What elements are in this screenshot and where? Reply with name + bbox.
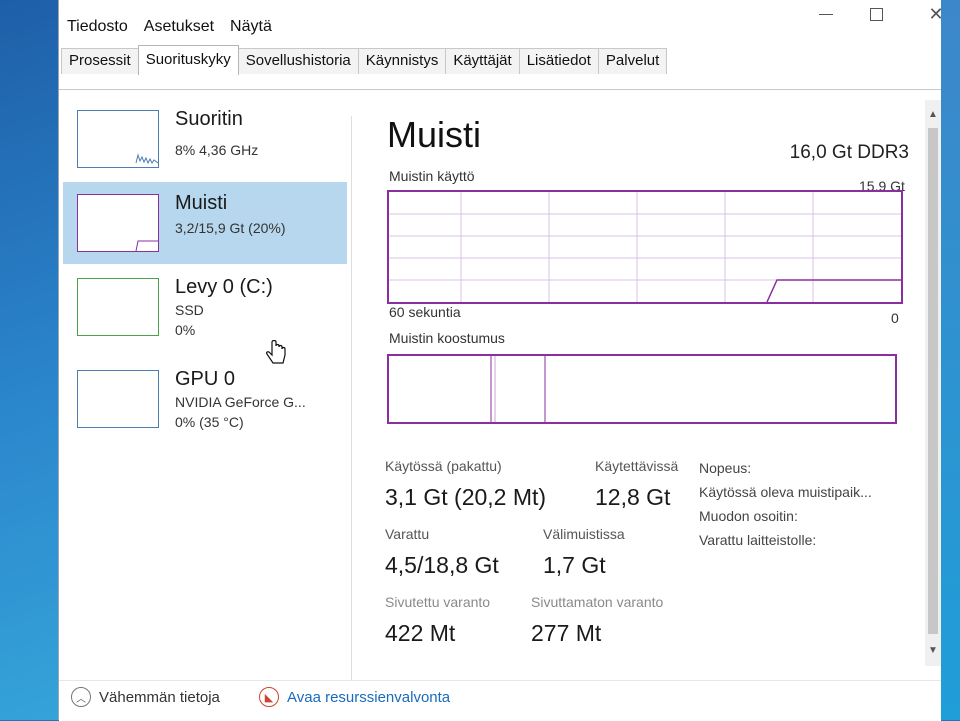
- hand-cursor-icon: [266, 340, 286, 364]
- hardware-reserved-label: Varattu laitteistolle:: [699, 532, 817, 548]
- speed-label: Nopeus:: [699, 460, 752, 476]
- scroll-down-icon[interactable]: ▼: [925, 640, 941, 660]
- resource-item-memory[interactable]: Muisti 3,2/15,9 Gt (20%): [63, 182, 347, 264]
- vertical-scrollbar[interactable]: ▲ ▼: [925, 100, 941, 666]
- resource-title: Suoritin: [175, 108, 243, 130]
- nonpaged-pool-value: 277 Mt: [531, 620, 602, 646]
- resource-title: GPU 0: [175, 368, 236, 390]
- desktop-background-right: [940, 0, 960, 720]
- tab-bar: Prosessit Suorituskyky Sovellushistoria …: [59, 44, 941, 90]
- tab-users[interactable]: Käyttäjät: [445, 48, 520, 74]
- paged-pool-value: 422 Mt: [385, 620, 456, 646]
- scroll-thumb[interactable]: [928, 128, 938, 634]
- menu-options[interactable]: Asetukset: [136, 14, 222, 42]
- resource-usage: 0% (35 °C): [175, 414, 244, 430]
- bottom-bar: ︿ Vähemmän tietoja ◣ Avaa resurssienvalv…: [59, 680, 941, 721]
- tab-processes[interactable]: Prosessit: [61, 48, 139, 74]
- scroll-up-icon[interactable]: ▲: [925, 104, 941, 124]
- menu-bar: Tiedosto Asetukset Näytä: [59, 14, 280, 42]
- memory-composition-graph: [387, 354, 897, 424]
- resource-item-cpu[interactable]: Suoritin 8% 4,36 GHz: [63, 98, 347, 180]
- resource-detail: NVIDIA GeForce G...: [175, 394, 306, 410]
- usage-graph-label: Muistin käyttö: [389, 168, 475, 184]
- gpu-thumbnail-graph: [77, 370, 159, 428]
- desktop-background: [0, 0, 60, 720]
- resource-detail: SSD: [175, 302, 204, 318]
- chevron-up-icon: ︿: [71, 687, 91, 707]
- time-span-label: 60 sekuntia: [389, 304, 461, 320]
- resource-item-disk[interactable]: Levy 0 (C:) SSD 0%: [63, 266, 347, 348]
- disk-thumbnail-graph: [77, 278, 159, 336]
- open-resource-monitor-link[interactable]: ◣ Avaa resurssienvalvonta: [259, 687, 450, 707]
- fewer-details-label: Vähemmän tietoja: [99, 688, 220, 706]
- memory-usage-graph: [387, 190, 903, 304]
- resource-usage: 0%: [175, 322, 196, 338]
- form-factor-label: Muodon osoitin:: [699, 508, 798, 524]
- open-resource-monitor-label: Avaa resurssienvalvonta: [287, 688, 451, 706]
- resource-monitor-icon: ◣: [259, 687, 279, 707]
- pane-divider: [351, 116, 352, 680]
- minimize-icon: [819, 13, 833, 15]
- slots-used-label: Käytössä oleva muistipaik...: [699, 484, 872, 500]
- maximize-icon: [869, 7, 883, 21]
- resource-detail: 3,2/15,9 Gt (20%): [175, 220, 286, 236]
- task-manager-window: ✕ Tiedosto Asetukset Näytä Prosessit Suo…: [58, 0, 944, 721]
- tab-services[interactable]: Palvelut: [597, 48, 668, 74]
- resource-title: Levy 0 (C:): [175, 276, 273, 298]
- paged-pool-label: Sivutettu varanto: [385, 594, 491, 610]
- memory-spec: 16,0 Gt DDR3: [789, 142, 909, 163]
- resource-item-gpu[interactable]: GPU 0 NVIDIA GeForce G... 0% (35 °C): [63, 358, 347, 440]
- resource-title: Muisti: [175, 192, 228, 214]
- fewer-details-button[interactable]: ︿ Vähemmän tietoja: [71, 687, 220, 707]
- minimize-button[interactable]: [803, 0, 849, 28]
- close-button[interactable]: ✕: [913, 0, 959, 28]
- cached-label: Välimuistissa: [543, 526, 625, 542]
- tab-details[interactable]: Lisätiedot: [518, 48, 599, 74]
- composition-graph-label: Muistin koostumus: [389, 330, 505, 346]
- memory-usage-line: [766, 279, 901, 302]
- menu-file[interactable]: Tiedosto: [59, 14, 136, 42]
- committed-value: 4,5/18,8 Gt: [385, 552, 499, 578]
- nonpaged-pool-label: Sivuttamaton varanto: [531, 594, 664, 610]
- cached-value: 1,7 Gt: [543, 552, 606, 578]
- page-title: Muisti: [387, 114, 482, 155]
- close-icon: ✕: [928, 3, 944, 24]
- available-value: 12,8 Gt: [595, 484, 671, 510]
- resource-list: Suoritin 8% 4,36 GHz Muisti 3,2/15,9 Gt …: [59, 90, 351, 680]
- cpu-thumbnail-graph: [77, 110, 159, 168]
- tab-startup[interactable]: Käynnistys: [357, 48, 447, 74]
- maximize-button[interactable]: [853, 0, 899, 28]
- menu-view[interactable]: Näytä: [222, 14, 280, 42]
- in-use-value: 3,1 Gt (20,2 Mt): [385, 484, 547, 510]
- graph-min-label: 0: [891, 310, 899, 326]
- memory-thumbnail-graph: [77, 194, 159, 252]
- available-label: Käytettävissä: [595, 458, 679, 474]
- tab-performance[interactable]: Suorituskyky: [137, 45, 239, 75]
- in-use-label: Käytössä (pakattu): [385, 458, 502, 474]
- resource-detail: 8% 4,36 GHz: [175, 142, 259, 158]
- tab-app-history[interactable]: Sovellushistoria: [237, 48, 359, 74]
- committed-label: Varattu: [385, 526, 430, 542]
